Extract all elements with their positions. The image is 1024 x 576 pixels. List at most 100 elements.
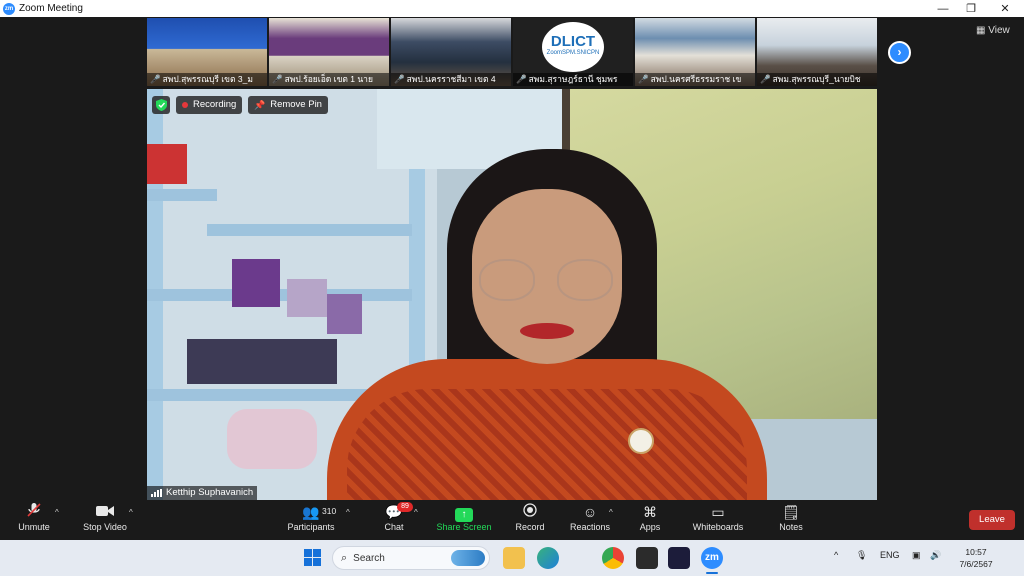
participant-thumbnail[interactable]: DLICT ZoomSPM.SNICPN 🎤 สพม.สุราษฎร์ธานี ช… <box>513 18 633 86</box>
terminal-app-icon[interactable] <box>636 547 658 569</box>
active-app-indicator <box>706 572 718 574</box>
muted-mic-icon: 🎤 <box>516 74 527 84</box>
recording-label: Recording <box>193 99 237 110</box>
chat-options-caret-icon[interactable]: ^ <box>414 508 418 517</box>
taskbar-search-box[interactable]: ⌕ Search <box>332 546 490 570</box>
whiteboard-icon: ▭ <box>711 504 725 520</box>
flower-basket <box>227 409 317 469</box>
participants-label: Participants <box>287 522 335 532</box>
speaker-name: Ketthip Suphavanich <box>166 487 254 498</box>
edge-browser-icon[interactable] <box>537 547 559 569</box>
file-explorer-icon[interactable] <box>503 547 525 569</box>
search-highlight-image <box>451 550 485 566</box>
participant-thumbnail[interactable]: 🎤 สพป.นครราชสีมา เขต 4 <box>391 18 511 86</box>
share-screen-label: Share Screen <box>436 522 492 532</box>
main-speaker-video[interactable] <box>147 89 877 500</box>
thumbnail-name: สพป.นครราชสีมา เขต 4 <box>406 74 496 84</box>
thumbnail-name-bar: 🎤 สพป.นครศรีธรรมราช เข <box>635 73 755 86</box>
muted-mic-icon: 🎤 <box>150 74 161 84</box>
thumbnail-name: สพป.สุพรรณบุรี เขต 3_ม <box>162 74 253 84</box>
muted-mic-icon: 🎤 <box>394 74 405 84</box>
thumbnail-name-bar: 🎤 สพป.สุพรรณบุรี เขต 3_ม <box>147 73 267 86</box>
security-shield-icon[interactable] <box>152 96 170 114</box>
signal-strength-icon <box>151 489 162 497</box>
microphone-tray-icon[interactable]: 🎙 <box>856 550 867 561</box>
muted-mic-icon: 🎤 <box>272 74 283 84</box>
reactions-button[interactable]: ☺ Reactions <box>568 502 612 538</box>
search-icon: ⌕ <box>341 551 348 564</box>
clock-time: 10:57 <box>965 547 987 557</box>
show-hidden-icons-icon[interactable]: ^ <box>834 550 838 560</box>
participant-thumbnail[interactable]: 🎤 สพป.ร้อยเอ็ด เขต 1 นาย <box>269 18 389 86</box>
thumbnail-name: สพม.สุราษฎร์ธานี ชุมพร <box>528 74 618 84</box>
window-title: Zoom Meeting <box>19 3 83 14</box>
glasses-lens <box>557 259 613 301</box>
windows-start-icon[interactable] <box>304 549 321 566</box>
speaker-name-tag: Ketthip Suphavanich <box>147 486 258 500</box>
book <box>187 339 337 384</box>
volume-icon[interactable]: 🔊 <box>930 550 941 561</box>
close-button[interactable]: ✕ <box>988 0 1022 17</box>
unmute-button[interactable]: Unmute <box>14 502 54 538</box>
shelf-board <box>147 189 217 201</box>
logo-text: DLICT <box>550 33 596 50</box>
thumbnail-name: สพป.นครศรีธรรมราช เข <box>650 74 742 84</box>
record-icon <box>512 502 548 522</box>
view-label: View <box>988 25 1010 36</box>
pin-icon: 📌 <box>254 100 266 110</box>
thumbnail-name: สพป.ร้อยเอ็ด เขต 1 นาย <box>284 74 373 84</box>
input-language[interactable]: ENG <box>880 550 900 560</box>
participants-options-caret-icon[interactable]: ^ <box>346 508 350 517</box>
stop-video-button[interactable]: Stop Video <box>78 502 132 538</box>
participant-thumbnail[interactable]: 🎤 สพป.สุพรรณบุรี เขต 3_ม <box>147 18 267 86</box>
stop-video-label: Stop Video <box>83 522 127 532</box>
share-screen-icon: ↑ <box>436 502 492 522</box>
leave-button[interactable]: Leave <box>969 510 1015 530</box>
apps-icon: ⌘ <box>643 504 657 520</box>
apps-button[interactable]: ⌘ Apps <box>634 502 666 538</box>
recording-indicator[interactable]: Recording <box>176 96 243 114</box>
meeting-area: 🎤 สพป.สุพรรณบุรี เขต 3_ม 🎤 สพป.ร้อยเอ็ด เข… <box>0 17 1024 500</box>
book <box>147 144 187 184</box>
person-lips <box>520 323 574 339</box>
teams-app-icon[interactable] <box>668 547 690 569</box>
chat-unread-badge: 89 <box>397 502 413 512</box>
thumbnail-name: สพม.สุพรรณบุรี_นายบิช <box>772 74 861 84</box>
record-label: Record <box>515 522 545 532</box>
restore-button[interactable]: ❐ <box>954 0 988 17</box>
participant-thumbnail[interactable]: 🎤 สพป.นครศรีธรรมราช เข <box>635 18 755 86</box>
book <box>232 259 280 307</box>
view-grid-icon: ▦ <box>976 25 989 36</box>
reactions-options-caret-icon[interactable]: ^ <box>609 508 613 517</box>
smiley-plus-icon: ☺ <box>582 504 598 520</box>
apps-label: Apps <box>639 522 661 532</box>
chrome-browser-icon[interactable] <box>602 547 624 569</box>
view-button[interactable]: ▦ View <box>976 25 1010 36</box>
logo-subtext: ZoomSPM.SNICPN <box>546 50 600 56</box>
thumbnail-name-bar: 🎤 สพป.นครราชสีมา เขต 4 <box>391 73 511 86</box>
glasses-lens <box>479 259 535 301</box>
share-screen-button[interactable]: ↑ Share Screen <box>436 502 492 538</box>
windows-taskbar: ⌕ Search zm ^ 🎙 ENG ▣ 🔊 10:57 7/6/2567 <box>0 540 1024 576</box>
book <box>287 279 327 317</box>
muted-microphone-icon <box>14 502 54 522</box>
network-icon[interactable]: ▣ <box>912 550 921 561</box>
system-clock[interactable]: 10:57 7/6/2567 <box>952 546 1000 570</box>
next-page-button[interactable]: › <box>888 41 911 64</box>
audio-options-caret-icon[interactable]: ^ <box>55 508 59 517</box>
whiteboards-button[interactable]: ▭ Whiteboards <box>688 502 748 538</box>
notes-button[interactable]: 🗒 Notes <box>776 502 806 538</box>
muted-mic-icon: 🎤 <box>638 74 649 84</box>
shelf-board <box>207 224 412 236</box>
participant-thumbnail[interactable]: 🎤 สพม.สุพรรณบุรี_นายบิช <box>757 18 877 86</box>
title-bar: zm Zoom Meeting — ❐ ✕ <box>0 0 1024 17</box>
thumbnail-name-bar: 🎤 สพม.สุพรรณบุรี_นายบิช <box>757 73 877 86</box>
unmute-label: Unmute <box>18 522 50 532</box>
zoom-taskbar-icon[interactable]: zm <box>701 547 723 569</box>
chat-label: Chat <box>384 522 404 532</box>
dress-pattern <box>347 389 747 500</box>
video-options-caret-icon[interactable]: ^ <box>129 508 133 517</box>
video-camera-icon <box>78 502 132 522</box>
remove-pin-button[interactable]: 📌 Remove Pin <box>248 96 328 114</box>
record-button[interactable]: Record <box>512 502 548 538</box>
